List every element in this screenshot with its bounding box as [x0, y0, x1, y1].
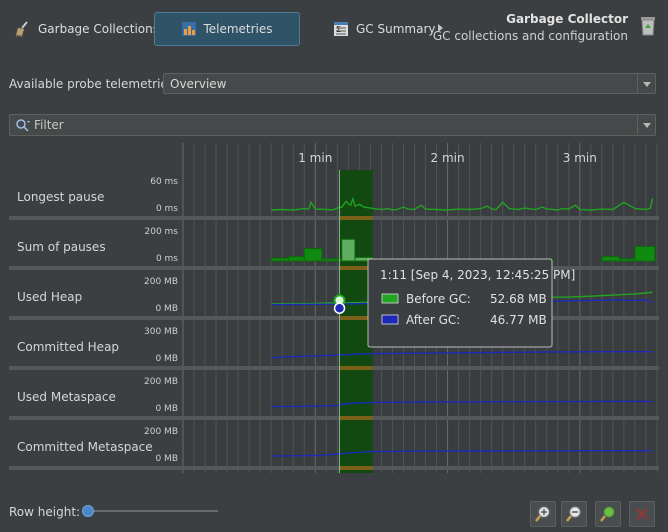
row-height-slider-track[interactable]	[86, 510, 218, 512]
y-max-label: 200 ms	[145, 227, 179, 237]
telemetry-chart[interactable]: 1 min 2 min 3 min Longest pause 60 ms 0 ms Sum…	[9, 143, 659, 473]
zoom-fit-button[interactable]	[595, 501, 621, 527]
bottom-bar: Row height:	[0, 496, 668, 532]
row-label: Used Heap	[17, 290, 82, 304]
row-label: Longest pause	[17, 190, 104, 204]
tooltip-item-value: 46.77 MB	[490, 313, 547, 327]
tab-telemetries[interactable]: Telemetries	[154, 12, 300, 46]
zoom-in-icon	[535, 506, 550, 522]
tooltip-swatch	[381, 293, 399, 304]
filter-placeholder: Filter	[34, 118, 64, 132]
zoom-fit-icon	[600, 506, 615, 522]
probe-label: Available probe telemetries:	[9, 77, 179, 91]
probe-selected-value: Overview	[170, 77, 227, 91]
y-max-label: 200 MB	[144, 427, 178, 437]
y-min-label: 0 MB	[155, 404, 178, 414]
tooltip-item-value: 52.68 MB	[490, 292, 547, 306]
tooltip-title: 1:11 [Sep 4, 2023, 12:45:25 PM]	[380, 268, 575, 282]
probe-combo[interactable]: Overview	[163, 73, 656, 94]
broom-icon	[15, 21, 28, 38]
tooltip-item-name: After GC:	[406, 313, 460, 327]
row-separator-highlight	[339, 416, 373, 420]
y-max-label: 200 MB	[144, 377, 178, 387]
row-height-label: Row height:	[9, 505, 81, 519]
probe-selector-row: Available probe telemetries: Overview	[0, 70, 668, 98]
pause-bar	[321, 258, 343, 262]
search-icon	[16, 119, 30, 132]
view-subtitle: GC collections and configuration	[432, 29, 628, 43]
pause-bar	[303, 248, 323, 262]
y-max-label: 300 MB	[144, 327, 178, 337]
svg-text:Σ: Σ	[336, 25, 341, 34]
tab-label: GC Summary	[356, 22, 436, 36]
tab-gc-summary[interactable]: Σ GC Summary	[324, 12, 443, 46]
x-tick-label: 1 min	[298, 151, 332, 165]
filter-input[interactable]: Filter	[9, 114, 656, 136]
y-min-label: 0 MB	[155, 454, 178, 464]
tooltip-item-name: Before GC:	[406, 292, 471, 306]
view-title: Garbage Collector	[506, 12, 628, 26]
chevron-down-icon[interactable]	[637, 74, 655, 93]
pause-bar	[341, 238, 356, 262]
row-label: Used Metaspace	[17, 390, 116, 404]
after-gc-marker	[333, 302, 346, 314]
zoom-in-button[interactable]	[530, 501, 556, 527]
reset-zoom-button[interactable]	[629, 501, 655, 527]
recycle-bin-icon	[641, 17, 655, 36]
y-min-label: 0 MB	[155, 354, 178, 364]
y-min-label: 0 ms	[156, 204, 178, 214]
row-separator	[9, 216, 659, 220]
y-min-label: 0 ms	[156, 254, 178, 264]
row-separator-highlight	[339, 366, 373, 370]
chevron-down-icon[interactable]	[637, 115, 655, 134]
tab-label: Telemetries	[203, 22, 273, 36]
summary-table-icon: Σ	[334, 22, 348, 36]
x-tick-label: 2 min	[431, 151, 465, 165]
toolbar: Garbage Collections Telemetries Σ GC Sum…	[0, 0, 668, 58]
view-header: Garbage Collector GC collections and con…	[433, 12, 628, 43]
row-separator-highlight	[339, 466, 373, 470]
row-label: Sum of pauses	[17, 240, 106, 254]
zoom-out-icon	[566, 506, 581, 522]
y-min-label: 0 MB	[155, 304, 178, 314]
row-separator-highlight	[339, 216, 373, 220]
row-separator	[9, 416, 659, 420]
row-separator	[9, 366, 659, 370]
row-separator	[9, 316, 659, 320]
close-icon	[636, 508, 648, 520]
tab-label: Garbage Collections	[38, 22, 159, 36]
pause-bar	[288, 256, 305, 262]
tooltip-swatch	[381, 314, 399, 325]
pause-bar	[601, 256, 621, 262]
row-separator	[9, 466, 659, 470]
y-max-label: 200 MB	[144, 277, 178, 287]
pause-bar	[270, 257, 290, 262]
pause-bar	[634, 246, 656, 262]
tab-garbage-collections[interactable]: Garbage Collections	[6, 12, 167, 46]
telemetry-chart-icon	[182, 22, 197, 36]
row-label: Committed Heap	[17, 340, 119, 354]
zoom-out-button[interactable]	[561, 501, 587, 527]
y-max-label: 60 ms	[150, 177, 178, 187]
row-height-slider-handle[interactable]	[82, 505, 94, 517]
row-label: Committed Metaspace	[17, 440, 153, 454]
x-tick-label: 3 min	[563, 151, 597, 165]
pause-bar	[619, 258, 636, 262]
